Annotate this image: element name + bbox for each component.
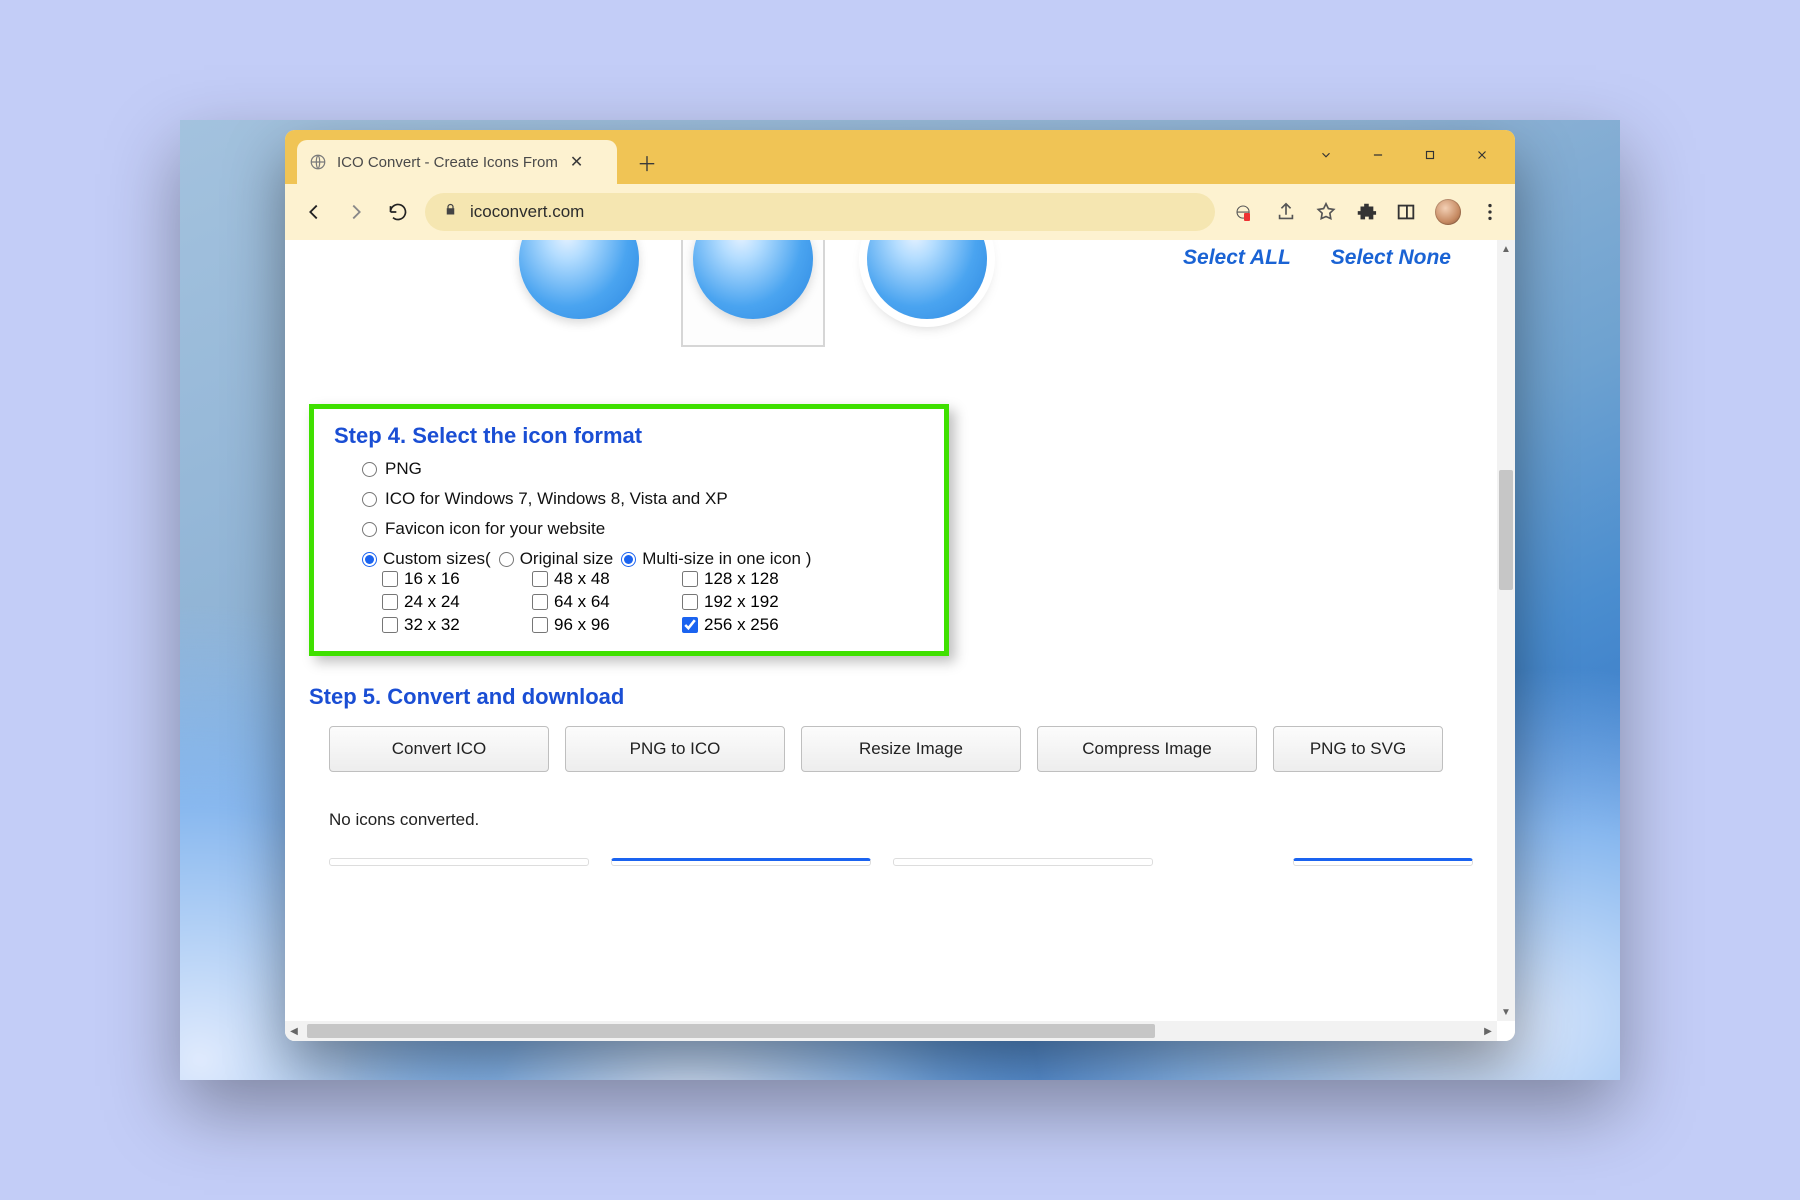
new-tab-button[interactable]: ＋ bbox=[629, 144, 665, 180]
browser-toolbar: icoconvert.com bbox=[285, 184, 1515, 240]
size-grid: 16 x 16 48 x 48 128 x 128 24 x 24 64 x 6… bbox=[334, 569, 924, 635]
format-option-favicon[interactable]: Favicon icon for your website bbox=[362, 519, 924, 539]
compress-image-button[interactable]: Compress Image bbox=[1037, 726, 1257, 772]
vertical-scrollbar[interactable] bbox=[1497, 240, 1515, 1021]
png-to-svg-button[interactable]: PNG to SVG bbox=[1273, 726, 1443, 772]
bookmark-star-icon[interactable] bbox=[1315, 201, 1337, 223]
resize-image-button[interactable]: Resize Image bbox=[801, 726, 1021, 772]
chevron-down-icon[interactable] bbox=[1319, 148, 1333, 167]
step-5-panel: Step 5. Convert and download Convert ICO… bbox=[309, 684, 1473, 866]
convert-ico-button[interactable]: Convert ICO bbox=[329, 726, 549, 772]
format-option-custom: Custom sizes( Original size Multi-size i… bbox=[362, 549, 924, 569]
format-option-ico[interactable]: ICO for Windows 7, Windows 8, Vista and … bbox=[362, 489, 924, 509]
browser-window: ICO Convert - Create Icons From ✕ ＋ icoc… bbox=[285, 130, 1515, 1041]
step-4-panel: Step 4. Select the icon format PNG ICO f… bbox=[309, 404, 949, 656]
maximize-icon[interactable] bbox=[1423, 148, 1437, 167]
browser-tab[interactable]: ICO Convert - Create Icons From ✕ bbox=[297, 140, 617, 184]
scroll-up-icon[interactable]: ▲ bbox=[1497, 240, 1515, 258]
subformat-multi[interactable]: Multi-size in one icon ) bbox=[621, 549, 811, 569]
size-24[interactable]: 24 x 24 bbox=[382, 592, 532, 612]
window-controls bbox=[1319, 130, 1511, 184]
forward-button[interactable] bbox=[341, 197, 371, 227]
share-icon[interactable] bbox=[1275, 201, 1297, 223]
sidepanel-icon[interactable] bbox=[1395, 201, 1417, 223]
tab-title: ICO Convert - Create Icons From bbox=[337, 154, 558, 171]
step-5-title: Step 5. Convert and download bbox=[309, 684, 1473, 710]
extensions-icon[interactable] bbox=[1355, 201, 1377, 223]
format-option-png[interactable]: PNG bbox=[362, 459, 924, 479]
step-4-title: Step 4. Select the icon format bbox=[334, 423, 924, 449]
size-48[interactable]: 48 x 48 bbox=[532, 569, 682, 589]
scroll-right-icon[interactable]: ▶ bbox=[1479, 1021, 1497, 1041]
page-viewport: Select ALL Select None Step 4. Select th… bbox=[285, 240, 1515, 1041]
close-tab-icon[interactable]: ✕ bbox=[568, 152, 585, 172]
address-bar[interactable]: icoconvert.com bbox=[425, 193, 1215, 231]
select-none-link[interactable]: Select None bbox=[1331, 246, 1451, 270]
size-64[interactable]: 64 x 64 bbox=[532, 592, 682, 612]
tab-strip: ICO Convert - Create Icons From ✕ ＋ bbox=[285, 130, 1515, 184]
scroll-left-icon[interactable]: ◀ bbox=[285, 1021, 303, 1041]
select-all-link[interactable]: Select ALL bbox=[1183, 246, 1291, 270]
back-button[interactable] bbox=[299, 197, 329, 227]
profile-avatar[interactable] bbox=[1435, 199, 1461, 225]
vertical-scroll-thumb[interactable] bbox=[1499, 470, 1513, 590]
horizontal-scroll-thumb[interactable] bbox=[307, 1024, 1155, 1038]
subformat-original[interactable]: Original size bbox=[499, 549, 614, 569]
translate-icon[interactable] bbox=[1235, 201, 1257, 223]
icon-style-option[interactable] bbox=[509, 240, 649, 345]
png-to-ico-button[interactable]: PNG to ICO bbox=[565, 726, 785, 772]
size-96[interactable]: 96 x 96 bbox=[532, 615, 682, 635]
result-card bbox=[611, 858, 871, 866]
window-close-icon[interactable] bbox=[1475, 148, 1489, 167]
size-32[interactable]: 32 x 32 bbox=[382, 615, 532, 635]
size-128[interactable]: 128 x 128 bbox=[682, 569, 832, 589]
scroll-down-icon[interactable]: ▼ bbox=[1497, 1003, 1515, 1021]
size-16[interactable]: 16 x 16 bbox=[382, 569, 532, 589]
icon-style-option[interactable] bbox=[683, 240, 823, 345]
size-192[interactable]: 192 x 192 bbox=[682, 592, 832, 612]
result-card bbox=[893, 858, 1153, 866]
desktop-wallpaper: ICO Convert - Create Icons From ✕ ＋ icoc… bbox=[180, 120, 1620, 1080]
icon-style-option[interactable] bbox=[857, 240, 997, 345]
lock-icon bbox=[443, 202, 458, 222]
conversion-status: No icons converted. bbox=[309, 810, 1473, 830]
reload-button[interactable] bbox=[383, 197, 413, 227]
result-card bbox=[329, 858, 589, 866]
url-text: icoconvert.com bbox=[470, 202, 584, 222]
size-256[interactable]: 256 x 256 bbox=[682, 615, 832, 635]
result-card bbox=[1293, 858, 1473, 866]
minimize-icon[interactable] bbox=[1371, 148, 1385, 167]
globe-icon bbox=[309, 153, 327, 171]
kebab-menu-icon[interactable] bbox=[1479, 201, 1501, 223]
